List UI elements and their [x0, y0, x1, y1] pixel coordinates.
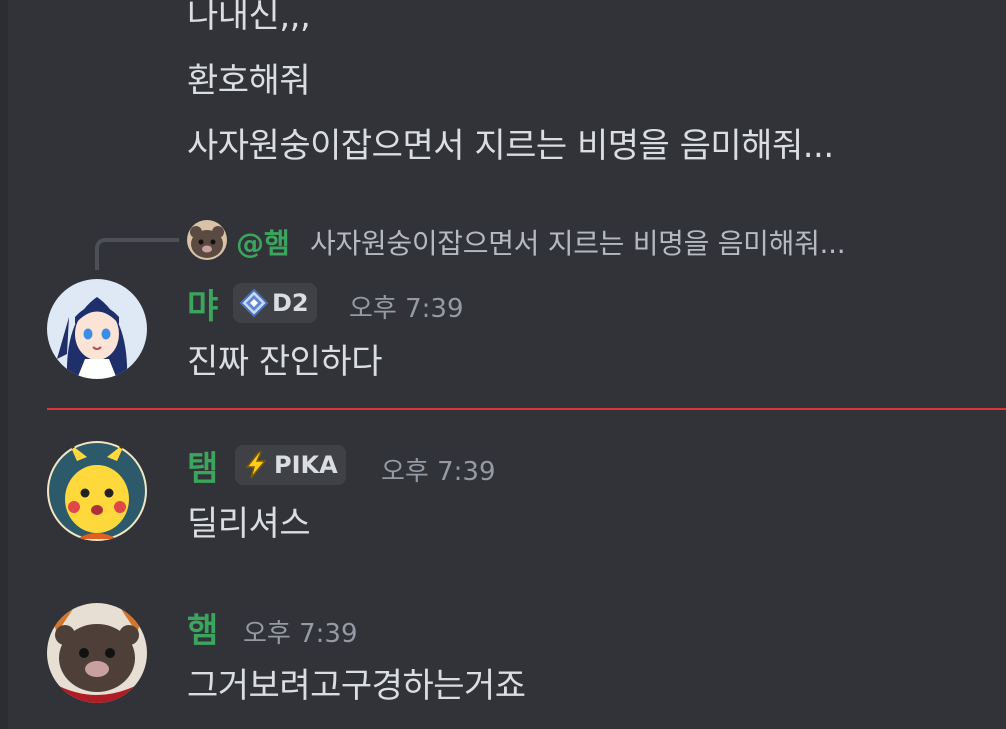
new-messages-divider: [47, 408, 1006, 410]
avatar[interactable]: [47, 603, 147, 703]
guild-tag[interactable]: PIKA: [235, 445, 346, 485]
message-line: 환호해줘: [187, 61, 311, 101]
reply-mention[interactable]: @햄: [236, 222, 290, 262]
message-line: 나내신,,,: [187, 0, 311, 36]
reply-connector: [95, 238, 179, 270]
reply-preview-text[interactable]: 사자원숭이잡으면서 지르는 비명을 음미해줘...: [310, 222, 846, 262]
username[interactable]: 먀: [187, 279, 218, 328]
lightning-icon: [241, 450, 271, 480]
message-line: 사자원숭이잡으면서 지르는 비명을 음미해줘...: [187, 126, 834, 166]
chat-left-edge: [0, 0, 8, 729]
avatar[interactable]: [47, 441, 147, 541]
diamond-icon: [239, 288, 269, 318]
guild-tag-label: PIKA: [274, 451, 338, 479]
username[interactable]: 탬: [187, 441, 218, 490]
guild-tag[interactable]: D2: [233, 283, 317, 323]
message-content: 그거보려고구경하는거죠: [187, 666, 526, 706]
timestamp: 오후 7:39: [243, 619, 358, 649]
timestamp: 오후 7:39: [349, 294, 464, 324]
timestamp: 오후 7:39: [381, 457, 496, 487]
avatar[interactable]: [47, 279, 147, 379]
username[interactable]: 햄: [187, 603, 218, 652]
guild-tag-label: D2: [272, 289, 309, 317]
message-content: 딜리셔스: [187, 504, 311, 544]
reply-avatar[interactable]: [187, 220, 227, 260]
message-content: 진짜 잔인하다: [187, 342, 383, 382]
chat-message-list: 나내신,,, 환호해줘 사자원숭이잡으면서 지르는 비명을 음미해줘... @햄…: [0, 0, 1006, 729]
